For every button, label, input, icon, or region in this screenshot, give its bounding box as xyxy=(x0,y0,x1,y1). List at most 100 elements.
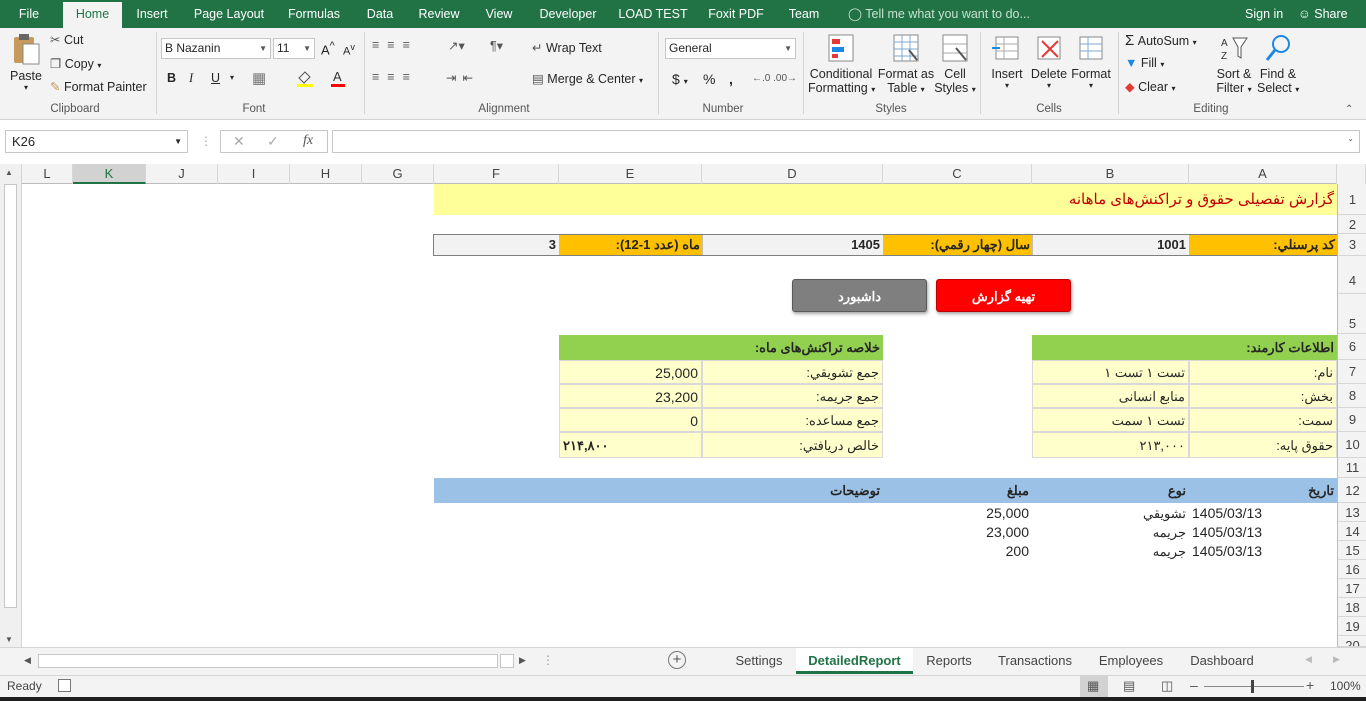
row-header-18[interactable]: 18 xyxy=(1338,598,1366,617)
row-header-8[interactable]: 8 xyxy=(1338,384,1366,408)
row-header-4[interactable]: 4 xyxy=(1338,256,1366,294)
sheet-tab-employees[interactable]: Employees xyxy=(1085,648,1177,674)
vertical-align-icons[interactable]: ≡≡≡ xyxy=(372,38,418,52)
currency-button[interactable]: $ ▾ xyxy=(672,71,688,87)
merge-center-button[interactable]: ▤ Merge & Center ▾ xyxy=(532,71,643,86)
insert-function-icon[interactable]: fx xyxy=(303,133,313,149)
formula-input[interactable]: ⌄ xyxy=(332,130,1360,153)
tab-team[interactable]: Team xyxy=(783,0,825,28)
row-header-16[interactable]: 16 xyxy=(1338,560,1366,579)
month-input[interactable]: 3 xyxy=(434,235,559,255)
collapse-ribbon-icon[interactable]: ⌃ xyxy=(1345,104,1353,115)
sheet-tab-settings[interactable]: Settings xyxy=(722,648,796,674)
row-header-9[interactable]: 9 xyxy=(1338,408,1366,432)
column-header-f[interactable]: F xyxy=(434,164,559,184)
indent-icons[interactable]: ⇥⇤ xyxy=(446,70,479,85)
scroll-left-icon[interactable]: ◀ xyxy=(24,655,31,666)
horizontal-align-icons[interactable]: ≡≡≡ xyxy=(372,70,418,84)
sheet-tab-dashboard[interactable]: Dashboard xyxy=(1177,648,1267,674)
personnel-code-input[interactable]: 1001 xyxy=(1032,235,1189,255)
zoom-level[interactable]: 100% xyxy=(1330,679,1361,693)
tab-foxit-pdf[interactable]: Foxit PDF xyxy=(703,0,769,28)
fill-button[interactable]: ▼ Fill ▾ xyxy=(1125,56,1164,70)
check-icon[interactable]: ✓ xyxy=(267,133,279,150)
percent-button[interactable]: % xyxy=(703,71,715,87)
row-header-5[interactable]: 5 xyxy=(1338,294,1366,334)
row-header-17[interactable]: 17 xyxy=(1338,579,1366,598)
tab-page-layout[interactable]: Page Layout xyxy=(188,0,270,28)
sheet-nav-prev-icon[interactable]: ◀ xyxy=(1305,654,1312,665)
format-painter-button[interactable]: ✎ Format Painter xyxy=(50,79,147,94)
row-header-20[interactable]: 20 xyxy=(1338,636,1366,647)
number-format-dropdown[interactable]: General ▼ xyxy=(665,38,796,59)
scroll-down-icon[interactable]: ▼ xyxy=(5,635,13,644)
underline-button[interactable]: U xyxy=(211,71,220,85)
generate-report-button[interactable]: تهیه گزارش xyxy=(936,279,1071,312)
clear-button[interactable]: ◆ Clear ▾ xyxy=(1125,79,1175,94)
borders-icon[interactable]: ▦ xyxy=(252,69,266,87)
column-header-c[interactable]: C xyxy=(883,164,1032,184)
find-select-button[interactable]: Find & Select ▾ xyxy=(1257,32,1299,95)
row-header-12[interactable]: 12 xyxy=(1338,478,1366,503)
sort-filter-button[interactable]: AZ Sort & Filter ▾ xyxy=(1214,32,1254,95)
page-layout-view-icon[interactable]: ▤ xyxy=(1123,678,1135,694)
increase-font-icon[interactable]: A^ xyxy=(321,40,335,57)
column-header-d[interactable]: D xyxy=(702,164,883,184)
row-header-10[interactable]: 10 xyxy=(1338,432,1366,458)
conditional-formatting-button[interactable]: Conditional Formatting ▾ xyxy=(808,32,875,95)
cancel-icon[interactable]: ✕ xyxy=(233,133,245,150)
add-sheet-icon[interactable]: + xyxy=(668,651,686,669)
orientation-icon[interactable]: ↗▾ xyxy=(448,38,465,53)
cut-button[interactable]: ✂ Cut xyxy=(50,32,83,47)
row-header-3[interactable]: 3 xyxy=(1338,234,1366,256)
row-header-1[interactable]: 1 xyxy=(1338,184,1366,215)
column-header-k[interactable]: K xyxy=(73,164,146,184)
select-all-corner[interactable] xyxy=(1337,164,1366,184)
wrap-text-button[interactable]: ↵ Wrap Text xyxy=(532,40,602,55)
font-size-dropdown[interactable]: 11 ▼ xyxy=(273,38,315,59)
name-box[interactable]: K26 ▼ xyxy=(5,130,188,153)
row-header-11[interactable]: 11 xyxy=(1338,458,1366,478)
column-header-b[interactable]: B xyxy=(1032,164,1189,184)
insert-cells-button[interactable]: Insert ▾ xyxy=(988,32,1026,90)
tab-load-test[interactable]: LOAD TEST xyxy=(615,0,691,28)
splitter-icon[interactable]: ⋮ xyxy=(542,653,554,667)
decimal-icons[interactable]: ←.0 .00→ xyxy=(752,73,797,84)
year-input[interactable]: 1405 xyxy=(702,235,883,255)
autosum-button[interactable]: Σ AutoSum ▾ xyxy=(1125,32,1197,49)
sheet-tab-detailed-report[interactable]: DetailedReport xyxy=(796,648,913,674)
scroll-up-icon[interactable]: ▲ xyxy=(5,168,13,177)
tell-me-box[interactable]: ◯ Tell me what you want to do... xyxy=(848,0,1030,28)
zoom-in-icon[interactable]: + xyxy=(1306,677,1314,693)
row-header-6[interactable]: 6 xyxy=(1338,334,1366,360)
row-header-15[interactable]: 15 xyxy=(1338,541,1366,560)
tab-developer[interactable]: Developer xyxy=(533,0,603,28)
row-header-2[interactable]: 2 xyxy=(1338,215,1366,234)
zoom-slider-track[interactable] xyxy=(1204,686,1304,687)
column-header-l[interactable]: L xyxy=(22,164,73,184)
column-header-e[interactable]: E xyxy=(559,164,702,184)
tab-formulas[interactable]: Formulas xyxy=(282,0,346,28)
tab-review[interactable]: Review xyxy=(413,0,465,28)
italic-button[interactable]: I xyxy=(189,71,193,86)
fill-color-icon[interactable] xyxy=(296,69,314,90)
delete-cells-button[interactable]: Delete ▾ xyxy=(1030,32,1068,90)
vertical-scrollbar[interactable]: ▲ ▼ xyxy=(0,164,22,647)
sheet-tab-reports[interactable]: Reports xyxy=(913,648,985,674)
paste-button[interactable]: Paste ▾ xyxy=(8,32,44,96)
zoom-out-icon[interactable]: – xyxy=(1190,677,1198,693)
sign-in-link[interactable]: Sign in xyxy=(1245,0,1283,28)
chevron-down-icon[interactable]: ▾ xyxy=(230,73,234,82)
horizontal-scrollbar[interactable] xyxy=(38,654,498,668)
horizontal-scrollbar-thumb[interactable] xyxy=(500,654,514,668)
share-button[interactable]: ☺ Share xyxy=(1298,0,1348,28)
format-cells-button[interactable]: Format ▾ xyxy=(1071,32,1111,90)
expand-formula-icon[interactable]: ⌄ xyxy=(1347,134,1354,143)
sheet-nav-next-icon[interactable]: ▶ xyxy=(1333,654,1340,665)
comma-button[interactable]: , xyxy=(729,71,733,87)
dashboard-button[interactable]: داشبورد xyxy=(792,279,927,312)
macro-record-icon[interactable] xyxy=(58,679,71,692)
page-break-view-icon[interactable]: ◫ xyxy=(1161,678,1173,694)
scrollbar-thumb[interactable] xyxy=(4,184,17,608)
row-header-14[interactable]: 14 xyxy=(1338,522,1366,541)
